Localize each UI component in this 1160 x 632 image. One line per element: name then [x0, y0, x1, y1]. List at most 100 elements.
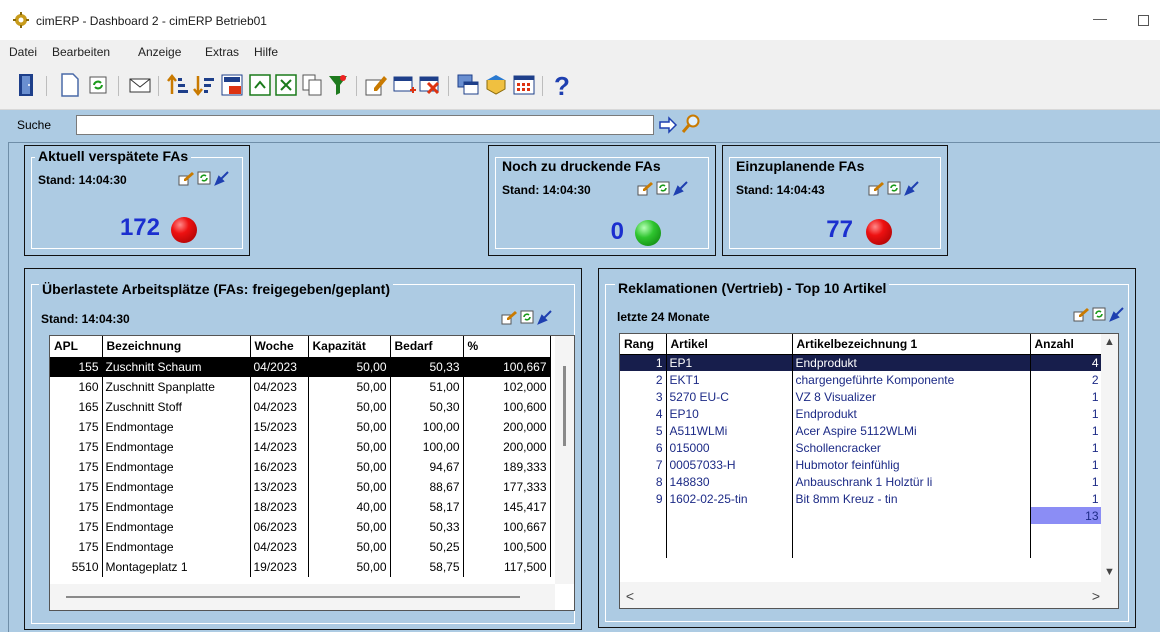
refresh-icon[interactable] [886, 180, 902, 196]
overload-vertical-thumb[interactable] [563, 366, 566, 446]
bezeichnung-cell: Montageplatz 1 [102, 557, 251, 577]
scroll-right-arrow[interactable]: > [1090, 588, 1102, 604]
column-header-bezeichnung[interactable]: Bezeichnung [102, 336, 251, 358]
column-header-artikelbezeichnung[interactable]: Artikelbezeichnung 1 [792, 334, 1031, 355]
table-row[interactable]: 155 Zuschnitt Schaum 04/2023 50,00 50,33 100,… [50, 357, 551, 377]
column-header-apl[interactable]: APL [50, 336, 103, 358]
table-row[interactable]: 5510 Montageplatz 1 19/2023 50,00 58,75 117,5… [50, 557, 551, 577]
pin-arrow-icon[interactable] [537, 309, 553, 325]
artikel-cell: EKT1 [666, 371, 793, 388]
scroll-up-arrow[interactable]: ▲ [1101, 336, 1118, 348]
scroll-left-arrow[interactable]: < [624, 588, 636, 604]
refresh-icon[interactable] [86, 72, 110, 98]
table-row[interactable]: 175 Endmontage 14/2023 50,00 100,00 200,000 [50, 437, 551, 457]
table-row[interactable]: 175 Endmontage 16/2023 50,00 94,67 189,333 [50, 457, 551, 477]
table-row[interactable]: 175 Endmontage 15/2023 50,00 100,00 200,000 [50, 417, 551, 437]
table-row[interactable]: 7 00057033-H Hubmotor feinfühlig 1 [620, 456, 1103, 473]
table-row[interactable]: 175 Endmontage 13/2023 50,00 88,67 177,333 [50, 477, 551, 497]
table-row[interactable]: 3 5270 EU-C VZ 8 Visualizer 1 [620, 388, 1103, 405]
refresh-icon[interactable] [519, 309, 535, 325]
menu-anzeige[interactable]: Anzeige [138, 45, 181, 59]
copy-icon[interactable] [300, 72, 324, 98]
table-row[interactable]: 1 EP1 Endprodukt 4 [620, 354, 1103, 371]
scroll-down-arrow[interactable]: ▼ [1101, 566, 1118, 578]
kpi-late-title: Aktuell verspätete FAs [35, 148, 192, 164]
menu-bearbeiten[interactable]: Bearbeiten [52, 45, 110, 59]
table-row[interactable]: 6 015000 Schollencracker 1 [620, 439, 1103, 456]
table-row[interactable]: 9 1602-02-25-tin Bit 8mm Kreuz - tin 1 [620, 490, 1103, 507]
add-row-icon[interactable] [392, 72, 416, 98]
total-count-cell: 13 [1030, 507, 1103, 524]
settings-icon[interactable] [178, 170, 194, 186]
calculator-icon[interactable] [220, 72, 244, 98]
sort-ascending-icon[interactable] [166, 72, 190, 98]
column-header-percent[interactable]: % [463, 336, 551, 358]
export-icon[interactable] [248, 72, 272, 98]
exit-door-icon[interactable] [16, 72, 40, 98]
artikelbezeichnung-cell: Hubmotor feinfühlig [792, 456, 1031, 473]
list-view-icon[interactable] [512, 72, 536, 98]
woche-cell: 19/2023 [250, 557, 309, 577]
maximize-button[interactable] [1138, 15, 1149, 26]
overload-horizontal-scrollbar[interactable] [50, 584, 555, 610]
settings-icon[interactable] [1073, 306, 1089, 322]
complaints-vertical-scrollbar[interactable]: ▲ ▼ [1101, 334, 1118, 582]
kpi-plan-card: Einzuplanende FAs Stand: 14:04:43 77 [722, 145, 948, 256]
menu-datei[interactable]: Datei [9, 45, 37, 59]
sort-descending-icon[interactable] [192, 72, 216, 98]
table-row[interactable]: 160 Zuschnitt Spanplatte 04/2023 50,00 51,00… [50, 377, 551, 397]
complaints-horizontal-scrollbar[interactable]: < > [620, 582, 1118, 608]
percent-cell: 100,600 [463, 397, 551, 417]
pin-arrow-icon[interactable] [904, 180, 920, 196]
table-row[interactable]: 5 A511WLMi Acer Aspire 5112WLMi 1 [620, 422, 1103, 439]
magnifier-icon[interactable] [680, 113, 702, 135]
menu-extras[interactable]: Extras [205, 45, 239, 59]
rang-cell: 2 [620, 371, 667, 388]
minimize-button[interactable]: — [1088, 10, 1112, 30]
column-header-rang[interactable]: Rang [620, 334, 667, 355]
kpi-print-title: Noch zu druckende FAs [499, 158, 664, 174]
bedarf-cell: 51,00 [390, 377, 464, 397]
column-header-bedarf[interactable]: Bedarf [390, 336, 464, 358]
pin-arrow-icon[interactable] [214, 170, 230, 186]
settings-icon[interactable] [637, 180, 653, 196]
settings-icon[interactable] [868, 180, 884, 196]
refresh-icon[interactable] [196, 170, 212, 186]
mail-icon[interactable] [128, 72, 152, 98]
bezeichnung-cell: Endmontage [102, 477, 251, 497]
table-row[interactable]: 175 Endmontage 04/2023 50,00 50,25 100,500 [50, 537, 551, 557]
windows-icon[interactable] [456, 72, 480, 98]
search-input[interactable] [76, 115, 654, 135]
column-header-artikel[interactable]: Artikel [666, 334, 793, 355]
settings-icon[interactable] [501, 309, 517, 325]
address-book-icon[interactable] [484, 72, 508, 98]
refresh-icon[interactable] [1091, 306, 1107, 322]
table-row[interactable]: 4 EP10 Endprodukt 1 [620, 405, 1103, 422]
anzahl-cell: 2 [1030, 371, 1103, 388]
overload-vertical-scrollbar[interactable] [555, 336, 574, 584]
column-header-anzahl[interactable]: Anzahl [1030, 334, 1103, 355]
table-row[interactable]: 2 EKT1 chargengeführte Komponente 2 [620, 371, 1103, 388]
overload-title: Überlastete Arbeitsplätze (FAs: freigege… [39, 281, 393, 297]
excel-icon[interactable] [274, 72, 298, 98]
woche-cell: 04/2023 [250, 537, 309, 557]
edit-icon[interactable] [364, 72, 388, 98]
table-row[interactable]: 8 148830 Anbauschrank 1 Holztür li 1 [620, 473, 1103, 490]
arrow-right-icon[interactable] [658, 115, 678, 135]
column-header-kapazitaet[interactable]: Kapazität [308, 336, 391, 358]
refresh-icon[interactable] [655, 180, 671, 196]
table-row[interactable]: 175 Endmontage 06/2023 50,00 50,33 100,667 [50, 517, 551, 537]
kpi-plan-stand: Stand: 14:04:43 [736, 183, 825, 197]
filter-icon[interactable] [326, 72, 350, 98]
column-header-woche[interactable]: Woche [250, 336, 309, 358]
menu-hilfe[interactable]: Hilfe [254, 45, 278, 59]
anzahl-cell: 1 [1030, 439, 1103, 456]
table-row[interactable]: 175 Endmontage 18/2023 40,00 58,17 145,417 [50, 497, 551, 517]
pin-arrow-icon[interactable] [1109, 306, 1125, 322]
delete-icon[interactable] [418, 72, 442, 98]
pin-arrow-icon[interactable] [673, 180, 689, 196]
table-row[interactable]: 165 Zuschnitt Stoff 04/2023 50,00 50,30 100,6… [50, 397, 551, 417]
new-document-icon[interactable] [58, 72, 82, 98]
help-icon[interactable]: ? [550, 72, 574, 98]
overload-horizontal-thumb[interactable] [66, 596, 520, 598]
